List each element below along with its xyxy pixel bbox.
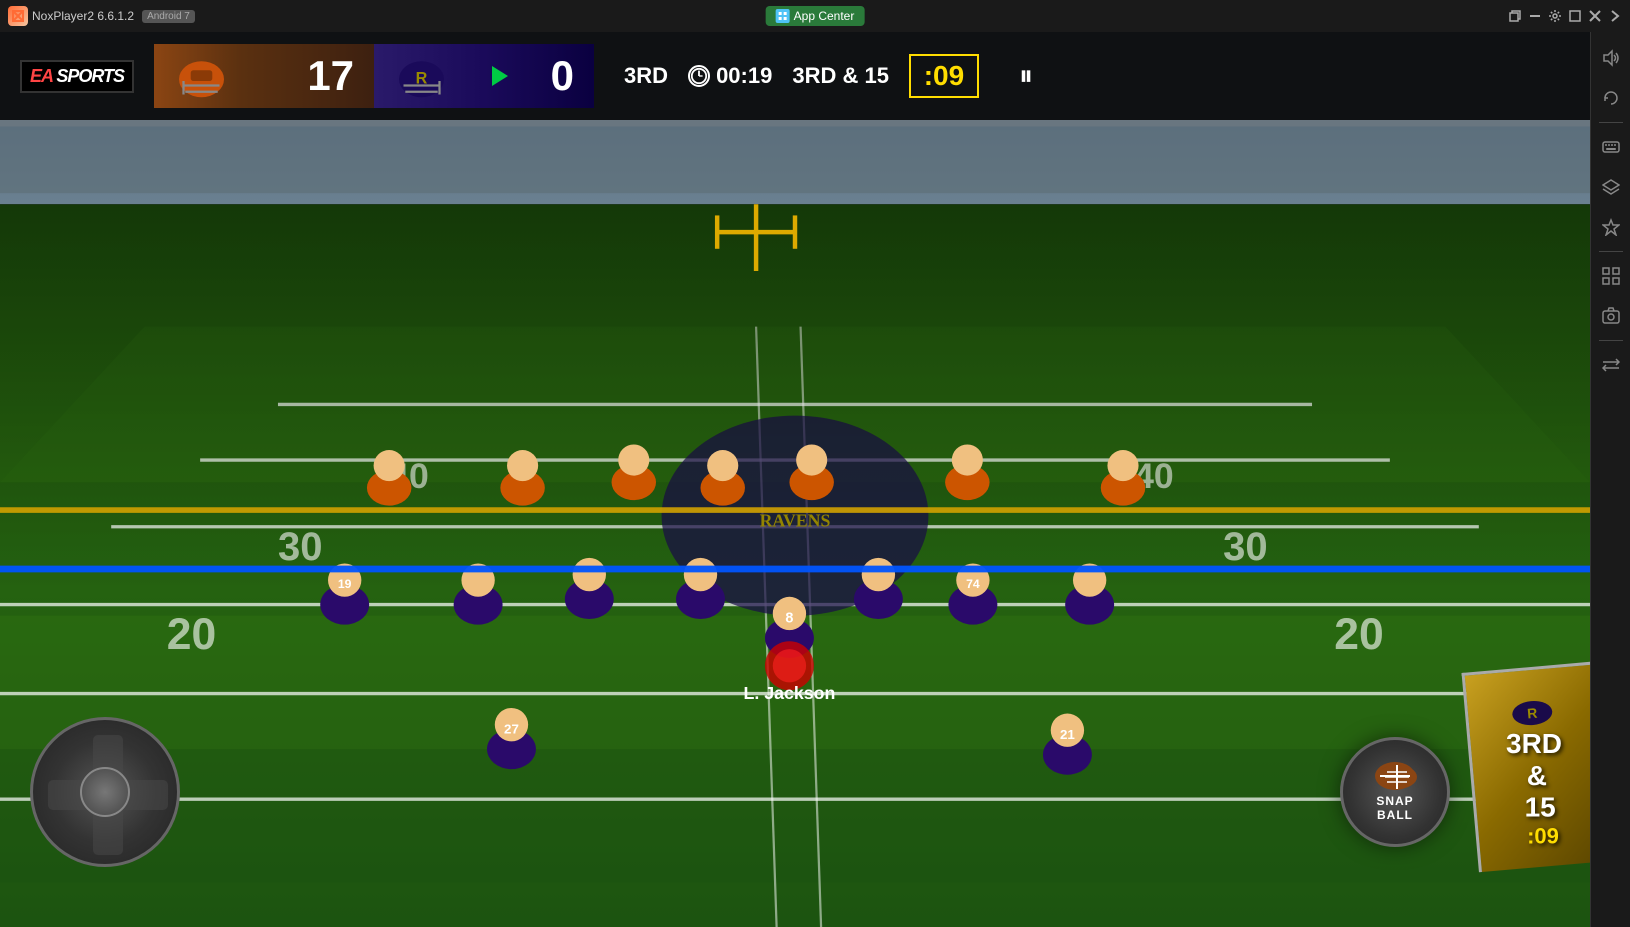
snap-ball-button[interactable]: SNAP BALL (1340, 737, 1450, 847)
quarter-display: 3RD (624, 63, 668, 89)
nox-logo: NoxPlayer2 6.6.1.2 (8, 6, 134, 26)
app-name: NoxPlayer2 6.6.1.2 (32, 9, 134, 23)
clock-display: 00:19 (688, 63, 772, 89)
window-extra-button[interactable] (1608, 9, 1622, 23)
down-distance: 3RD & 15 (792, 63, 889, 89)
dpad-outer[interactable] (30, 717, 180, 867)
title-bar-center: App Center (766, 6, 865, 26)
away-team-helmet (174, 54, 229, 99)
sidebar-layers-icon[interactable] (1595, 171, 1627, 203)
window-maximize-button[interactable] (1568, 9, 1582, 23)
clock-time: 00:19 (716, 63, 772, 89)
sidebar-keyboard-icon[interactable] (1595, 131, 1627, 163)
sidebar-rotate-icon[interactable] (1595, 82, 1627, 114)
snap-ball-label: SNAP (1376, 794, 1413, 808)
window-close-button[interactable] (1588, 9, 1602, 23)
title-bar-left: NoxPlayer2 6.6.1.2 Android 7 (8, 6, 195, 26)
svg-text:27: 27 (504, 722, 519, 737)
svg-text:19: 19 (338, 577, 352, 591)
window-minimize-button[interactable] (1528, 9, 1542, 23)
svg-text:21: 21 (1060, 727, 1075, 742)
away-team-block: 17 (154, 44, 374, 108)
possession-indicator (477, 66, 523, 86)
ea-sports-logo: EA SPORTS (20, 60, 134, 93)
pause-button[interactable]: ⏸ (1019, 60, 1033, 93)
title-bar: NoxPlayer2 6.6.1.2 Android 7 App Center (0, 0, 1630, 32)
svg-text:74: 74 (966, 577, 980, 591)
sidebar-camera-icon[interactable] (1595, 300, 1627, 332)
game-info-center: 3RD 00:19 3RD & 15 :09 ⏸ (594, 54, 1063, 98)
window-settings-button[interactable] (1548, 9, 1562, 23)
snap-ball-label2: BALL (1377, 808, 1413, 822)
home-team-block: R 0 (374, 44, 594, 108)
app-center-button[interactable]: App Center (766, 6, 865, 26)
app-center-icon (776, 9, 790, 23)
clock-icon (688, 65, 710, 87)
sidebar-divider-1 (1599, 122, 1623, 123)
game-area: BALTIMORE RAVENS 40 40 (0, 32, 1590, 927)
sidebar-grid-icon[interactable] (1595, 260, 1627, 292)
sidebar-swap-icon[interactable] (1595, 349, 1627, 381)
sidebar-volume-icon[interactable] (1595, 42, 1627, 74)
svg-text:20: 20 (1334, 610, 1383, 659)
football-icon (1375, 762, 1415, 790)
possession-arrow (492, 66, 508, 86)
home-score: 0 (551, 52, 574, 100)
nox-icon (8, 6, 28, 26)
dpad-center (80, 767, 130, 817)
app-center-label: App Center (794, 9, 855, 23)
title-bar-right (1508, 9, 1622, 23)
right-sidebar (1590, 32, 1630, 927)
away-score: 17 (307, 52, 354, 100)
play-art-label: PLAY ART (1501, 737, 1549, 747)
svg-text:L. Jackson: L. Jackson (743, 683, 835, 703)
window-restore-button[interactable] (1508, 9, 1522, 23)
android-version: Android 7 (142, 10, 195, 23)
svg-text:8: 8 (785, 610, 793, 626)
main-container: BALTIMORE RAVENS 40 40 (0, 32, 1630, 927)
home-team-helmet: R (394, 54, 449, 99)
sidebar-star-icon[interactable] (1595, 211, 1627, 243)
dpad-control[interactable] (30, 717, 180, 867)
sidebar-divider-2 (1599, 251, 1623, 252)
svg-text:20: 20 (167, 610, 216, 659)
score-bar: EA SPORTS 17 (0, 32, 1590, 120)
play-clock: :09 (909, 54, 979, 98)
play-art-button[interactable]: ✕○✕ ○□○ ✕○✕ PLAY ART (1480, 677, 1570, 767)
sidebar-divider-3 (1599, 340, 1623, 341)
play-art-grid: ✕○✕ ○□○ ✕○✕ (1507, 697, 1543, 733)
